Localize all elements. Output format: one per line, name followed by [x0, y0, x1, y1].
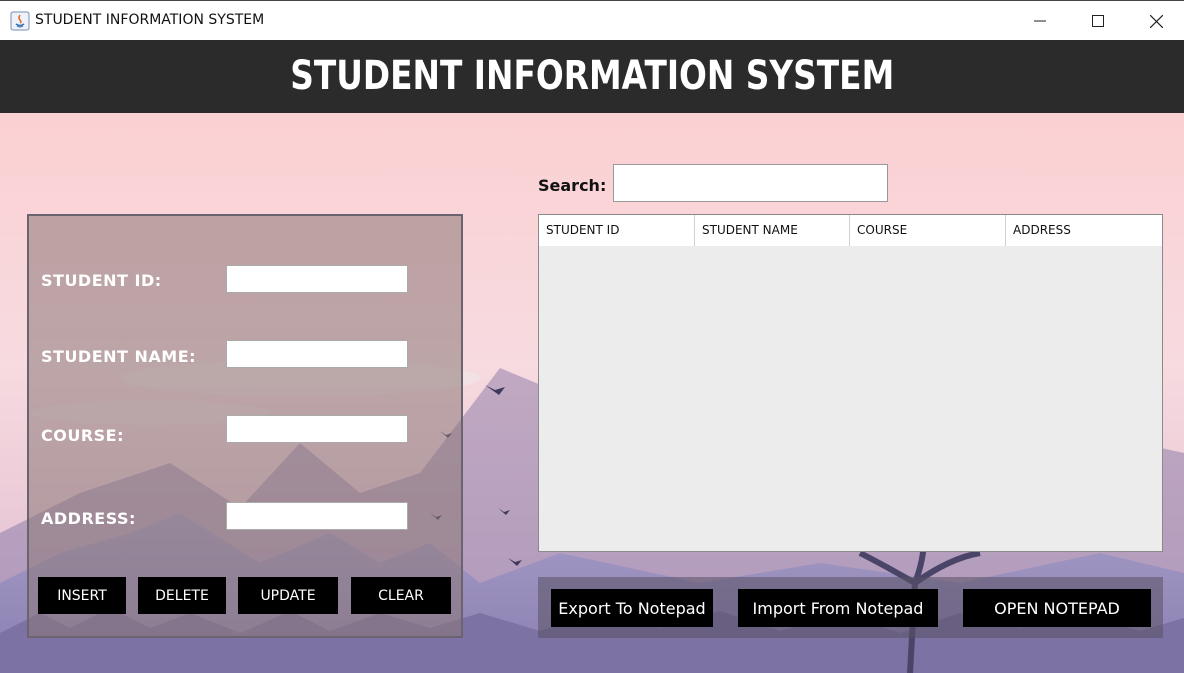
delete-button[interactable]: DELETE — [138, 577, 226, 614]
clear-button[interactable]: CLEAR — [351, 577, 451, 614]
course-field[interactable] — [226, 415, 408, 443]
student-id-label: STUDENT ID: — [41, 271, 162, 290]
column-header-address[interactable]: ADDRESS — [1006, 215, 1162, 246]
maximize-button[interactable] — [1069, 1, 1127, 41]
update-button[interactable]: UPDATE — [238, 577, 338, 614]
insert-button[interactable]: INSERT — [38, 577, 126, 614]
column-header-student-id[interactable]: STUDENT ID — [539, 215, 695, 246]
minimize-icon — [1034, 20, 1046, 22]
open-notepad-button[interactable]: OPEN NOTEPAD — [963, 589, 1151, 627]
student-name-label: STUDENT NAME: — [41, 347, 197, 366]
window-titlebar: STUDENT INFORMATION SYSTEM — [0, 0, 1184, 40]
maximize-icon — [1092, 15, 1104, 27]
table-header: STUDENT ID STUDENT NAME COURSE ADDRESS — [539, 215, 1162, 246]
search-input[interactable] — [613, 164, 888, 202]
column-header-student-name[interactable]: STUDENT NAME — [695, 215, 850, 246]
student-id-field[interactable] — [226, 265, 408, 293]
close-button[interactable] — [1127, 1, 1184, 41]
minimize-button[interactable] — [1011, 1, 1069, 41]
window-title: STUDENT INFORMATION SYSTEM — [35, 12, 265, 28]
close-icon — [1149, 14, 1163, 28]
student-name-field[interactable] — [226, 340, 408, 368]
student-table[interactable]: STUDENT ID STUDENT NAME COURSE ADDRESS — [538, 214, 1163, 552]
import-from-notepad-button[interactable]: Import From Notepad — [738, 589, 938, 627]
address-field[interactable] — [226, 502, 408, 530]
column-header-course[interactable]: COURSE — [850, 215, 1006, 246]
export-to-notepad-button[interactable]: Export To Notepad — [551, 589, 713, 627]
search-label: Search: — [538, 176, 607, 195]
address-label: ADDRESS: — [41, 509, 136, 528]
java-app-icon — [10, 11, 30, 31]
page-title: STUDENT INFORMATION SYSTEM — [290, 53, 894, 99]
course-label: COURSE: — [41, 426, 125, 445]
app-header: STUDENT INFORMATION SYSTEM — [0, 40, 1184, 113]
